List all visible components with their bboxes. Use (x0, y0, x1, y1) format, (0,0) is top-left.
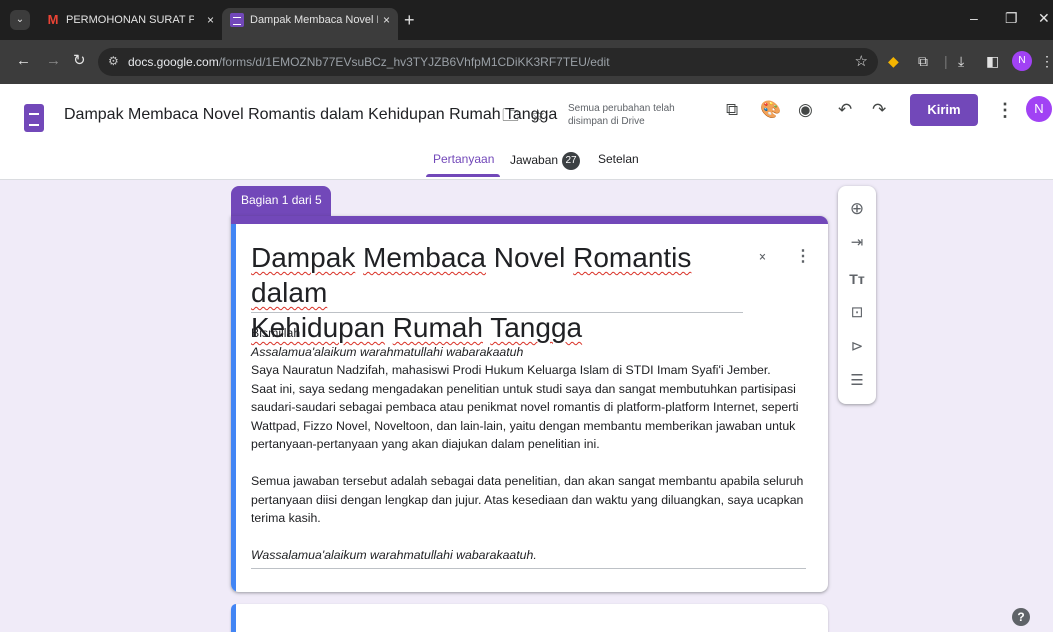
help-icon[interactable]: ? (1012, 608, 1030, 626)
extension-icon[interactable]: ◆ (888, 52, 899, 70)
extensions-puzzle-icon[interactable]: ⧉ (918, 52, 928, 70)
description-line: Saya Nauratun Nadzifah, mahasiswi Prodi … (251, 363, 771, 377)
add-video-icon[interactable]: ⊳ (838, 338, 876, 356)
close-window-icon[interactable]: ✕ (1038, 10, 1050, 27)
more-options-icon[interactable]: ⋮ (996, 100, 1014, 121)
save-status: Semua perubahan telah disimpan di Drive (568, 103, 675, 127)
tab-search-chevron-icon[interactable]: ⌄ (10, 10, 30, 30)
account-avatar[interactable]: N (1026, 96, 1052, 122)
title-underline (251, 312, 743, 313)
forward-icon[interactable]: → (46, 52, 61, 70)
browser-menu-icon[interactable]: ⋮ (1040, 52, 1053, 70)
tab-responses[interactable]: Jawaban 27 (510, 152, 581, 170)
add-on-icon[interactable]: ⧉ (726, 100, 738, 120)
new-tab-button[interactable]: + (404, 10, 415, 30)
forms-logo-icon[interactable] (24, 104, 44, 132)
form-description[interactable]: Bismillah Assalamua'alaikum warahmatulla… (251, 324, 811, 565)
description-underline (251, 568, 806, 569)
description-paragraph: Saat ini, saya sedang mengadakan penelit… (251, 381, 799, 452)
reload-icon[interactable]: ↻ (73, 52, 86, 70)
browser-tab-gmail[interactable]: M PERMOHONAN SURAT PENELIT × (38, 8, 222, 40)
add-title-icon[interactable]: Tт (838, 270, 876, 288)
add-question-icon[interactable]: ⊕ (838, 200, 876, 218)
forms-icon (230, 13, 244, 28)
tab-title: Dampak Membaca Novel Roma (250, 14, 378, 27)
minimize-icon[interactable]: – (970, 10, 978, 26)
toolbar-divider: | (944, 53, 948, 69)
floating-toolbar: ⊕ ⇥ Tт ⊡ ⊳ ☰ (838, 186, 876, 404)
close-tab-icon[interactable]: × (207, 8, 214, 32)
forms-header: Dampak Membaca Novel Romantis dalam Kehi… (0, 84, 1053, 180)
section-label: Bagian 1 dari 5 (231, 186, 331, 216)
description-closing: Wassalamua'alaikum warahmatullahi wabara… (251, 548, 537, 562)
form-tabs: Pertanyaan Jawaban 27 Setelan (0, 146, 1053, 180)
star-icon[interactable]: ☆ (530, 106, 545, 126)
card-focus-bar (231, 604, 236, 632)
gmail-icon: M (47, 12, 59, 28)
description-line: Assalamua'alaikum warahmatullahi wabarak… (251, 344, 524, 359)
section-header-card[interactable]: Dampak Membaca Novel Romantis dalam Kehi… (231, 216, 828, 592)
document-title[interactable]: Dampak Membaca Novel Romantis dalam Kehi… (64, 106, 557, 124)
description-line: Bismillah (251, 326, 301, 340)
customize-theme-icon[interactable]: 🎨 (760, 100, 781, 120)
import-questions-icon[interactable]: ⇥ (838, 234, 876, 252)
bookmark-star-icon[interactable]: ☆ (855, 52, 868, 70)
restore-icon[interactable]: ❐ (1005, 10, 1018, 27)
preview-eye-icon[interactable]: ◉ (798, 100, 813, 120)
responses-count-badge: 27 (562, 152, 581, 170)
description-paragraph: Semua jawaban tersebut adalah sebagai da… (251, 474, 804, 525)
collapse-section-icon[interactable]: ⌄ ⌃ (757, 246, 768, 268)
add-image-icon[interactable]: ⊡ (838, 304, 876, 322)
next-question-card[interactable] (231, 604, 828, 632)
section-more-icon[interactable]: ⋮ (795, 246, 811, 266)
undo-icon[interactable]: ↶ (838, 100, 852, 120)
url-text: docs.google.com/forms/d/1EMOZNb77EVsuBCz… (128, 55, 610, 69)
browser-tab-forms[interactable]: Dampak Membaca Novel Roma × (222, 8, 398, 40)
tab-title: PERMOHONAN SURAT PENELIT (66, 14, 194, 27)
address-bar[interactable]: ⚙ docs.google.com/forms/d/1EMOZNb77EVsuB… (98, 48, 878, 76)
download-icon[interactable]: ⤓ (958, 52, 964, 70)
active-tab-indicator (426, 174, 500, 177)
add-section-icon[interactable]: ☰ (838, 372, 876, 390)
send-button[interactable]: Kirim (910, 94, 978, 126)
side-panel-icon[interactable]: ◧ (986, 52, 999, 70)
browser-toolbar: ← → ↻ ⚙ docs.google.com/forms/d/1EMOZNb7… (0, 40, 1053, 84)
browser-profile-avatar[interactable]: N (1012, 51, 1032, 71)
tab-settings[interactable]: Setelan (598, 152, 639, 166)
site-settings-icon[interactable]: ⚙ (108, 54, 119, 68)
browser-tab-bar: ⌄ M PERMOHONAN SURAT PENELIT × Dampak Mem… (0, 0, 1053, 40)
card-accent-bar (231, 216, 828, 224)
close-tab-icon[interactable]: × (383, 8, 390, 32)
back-icon[interactable]: ← (16, 52, 31, 70)
card-focus-bar (231, 224, 236, 592)
redo-icon[interactable]: ↷ (872, 100, 886, 120)
tab-questions[interactable]: Pertanyaan (433, 152, 494, 166)
move-folder-icon[interactable]: 🗀 (502, 106, 519, 126)
